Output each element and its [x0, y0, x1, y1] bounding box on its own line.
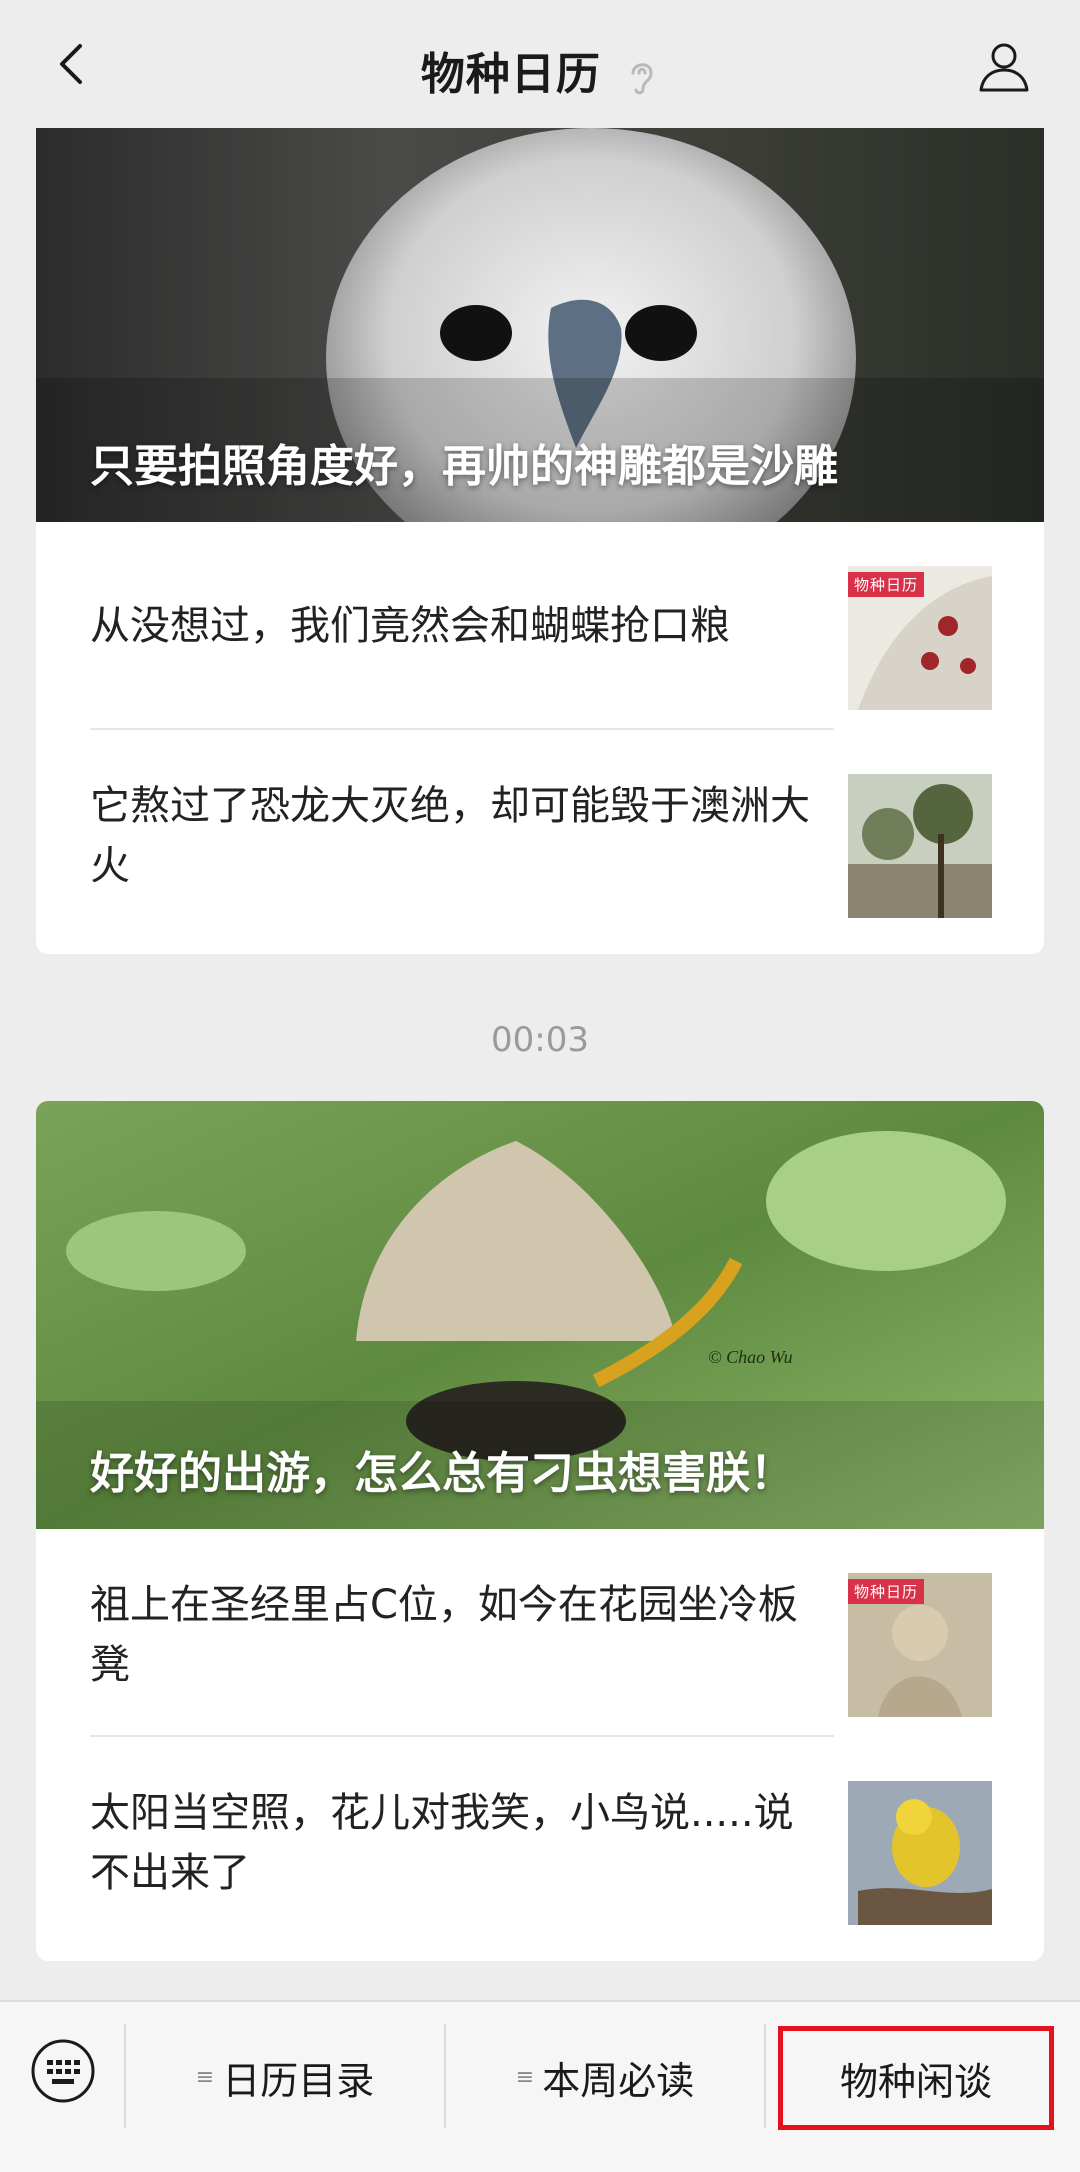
list-item[interactable]: 祖上在圣经里占C位，如今在花园坐冷板凳 物种日历: [36, 1529, 1044, 1737]
painting-thumbnail: 物种日历: [848, 1573, 992, 1717]
hero-article-1[interactable]: 只要拍照角度好，再帅的神雕都是沙雕: [36, 128, 1044, 522]
user-icon[interactable]: [976, 38, 1032, 94]
item-title: 从没想过，我们竟然会和蝴蝶抢口粮: [90, 603, 730, 649]
butterfly-thumbnail: 物种日历: [848, 566, 992, 710]
message-timestamp: 00:03: [491, 1020, 589, 1060]
list-item[interactable]: 太阳当空照，花儿对我笑，小鸟说.....说不出来了: [36, 1737, 1044, 1945]
item-title: 祖上在圣经里占C位，如今在花园坐冷板凳: [90, 1582, 798, 1688]
ear-icon: [631, 63, 653, 95]
bottom-menu-bar: ≡ 日历目录 ≡ 本周必读 物种闲谈: [0, 2000, 1080, 2172]
item-title: 它熬过了恐龙大灭绝，却可能毁于澳洲大火: [90, 783, 810, 889]
page-title-group: 物种日历: [0, 38, 1080, 102]
menu-label: 物种闲谈: [839, 2059, 992, 2104]
thumb-tag: 物种日历: [848, 1579, 925, 1604]
menu-list-icon: ≡: [195, 2064, 215, 2090]
page-title: 物种日历: [420, 49, 601, 100]
forest-thumbnail: [848, 774, 992, 918]
menu-separator: [764, 2024, 766, 2128]
item-title: 太阳当空照，花儿对我笑，小鸟说.....说不出来了: [90, 1790, 794, 1896]
article-card-2: © Chao Wu 好好的出游，怎么总有刁虫想害朕！ 祖上在圣经里占C位，如今在…: [36, 1101, 1044, 1961]
hero-article-2[interactable]: © Chao Wu 好好的出游，怎么总有刁虫想害朕！: [36, 1101, 1044, 1529]
menu-item-species-chat[interactable]: 物种闲谈: [778, 2026, 1054, 2130]
menu-item-weekly-reads[interactable]: ≡ 本周必读: [446, 2022, 764, 2132]
top-bar: 物种日历: [0, 0, 1080, 128]
article-card-1: 只要拍照角度好，再帅的神雕都是沙雕 从没想过，我们竟然会和蝴蝶抢口粮 物种日历 …: [36, 128, 1044, 954]
watermark: © Chao Wu: [708, 1347, 793, 1367]
hero-title: 好好的出游，怎么总有刁虫想害朕！: [90, 1448, 794, 1499]
thumb-tag: 物种日历: [848, 572, 925, 597]
keyboard-icon[interactable]: [30, 2038, 96, 2104]
menu-label: 本周必读: [542, 2058, 695, 2103]
list-item[interactable]: 它熬过了恐龙大灭绝，却可能毁于澳洲大火: [36, 730, 1044, 938]
list-item[interactable]: 从没想过，我们竟然会和蝴蝶抢口粮 物种日历: [36, 522, 1044, 730]
menu-label: 日历目录: [222, 2058, 375, 2103]
menu-item-calendar-catalog[interactable]: ≡ 日历目录: [126, 2022, 444, 2132]
bird-thumbnail: [848, 1781, 992, 1925]
menu-list-icon: ≡: [515, 2064, 535, 2090]
hero-title: 只要拍照角度好，再帅的神雕都是沙雕: [90, 441, 838, 492]
